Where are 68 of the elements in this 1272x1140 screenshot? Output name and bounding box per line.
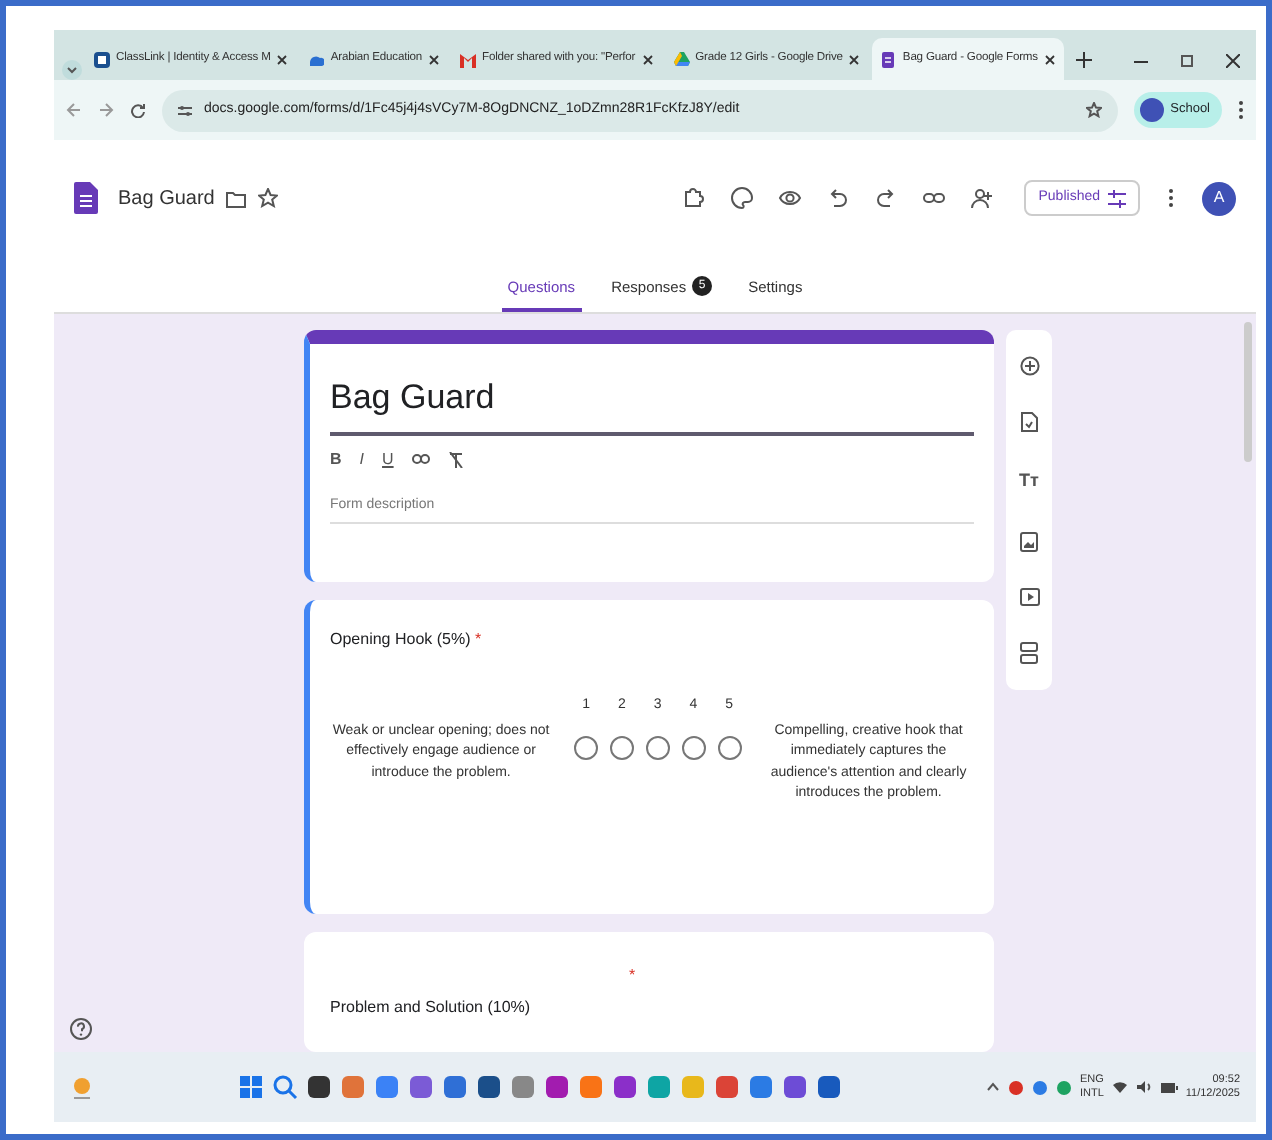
form-title[interactable]: Bag Guard (330, 372, 974, 435)
new-tab-icon[interactable] (1075, 52, 1092, 68)
close-icon[interactable] (1226, 54, 1240, 68)
restore-icon[interactable] (1180, 54, 1194, 68)
required-mark: * (626, 964, 638, 988)
section-icon[interactable] (1020, 641, 1038, 664)
image-icon[interactable] (1020, 531, 1038, 552)
cloud-icon (308, 51, 325, 67)
eye-icon[interactable] (778, 186, 803, 210)
close-icon[interactable] (641, 53, 654, 65)
triangle-icon (673, 51, 690, 67)
back-icon[interactable] (66, 102, 82, 118)
app-icon[interactable] (781, 1074, 808, 1100)
puzzle-icon[interactable] (682, 186, 707, 210)
app-icon[interactable] (475, 1074, 502, 1100)
radio-button[interactable] (717, 736, 742, 761)
add-circle-icon[interactable] (1019, 356, 1039, 377)
palette-icon[interactable] (730, 186, 755, 210)
close-icon[interactable] (276, 53, 289, 65)
avatar[interactable]: A (1202, 181, 1236, 215)
redo-icon[interactable] (874, 186, 899, 210)
avatar-icon (1140, 98, 1165, 122)
undo-icon[interactable] (826, 186, 851, 210)
star-icon[interactable] (258, 188, 279, 208)
wifi-icon[interactable] (1111, 1080, 1128, 1094)
add-person-icon[interactable] (970, 186, 995, 210)
close-icon[interactable] (428, 53, 441, 65)
forward-icon[interactable] (98, 102, 114, 118)
square-icon (94, 51, 110, 67)
link-icon[interactable] (411, 452, 430, 466)
italic-button[interactable]: I (359, 447, 365, 471)
radio-button[interactable] (609, 736, 634, 761)
close-icon[interactable] (1043, 53, 1056, 65)
more-icon[interactable] (1168, 188, 1174, 208)
more-icon[interactable] (1238, 100, 1244, 120)
search-icon[interactable] (271, 1074, 298, 1100)
battery-icon[interactable] (1159, 1081, 1178, 1093)
close-icon[interactable] (848, 53, 861, 65)
app-icon[interactable] (543, 1074, 570, 1100)
site-settings-icon[interactable] (178, 103, 192, 117)
question-title: Opening Hook (5%) * (330, 627, 484, 652)
radio-button[interactable] (681, 736, 706, 761)
app-icon[interactable] (611, 1074, 638, 1100)
bold-button[interactable]: B (330, 447, 342, 471)
speaker-icon[interactable] (1135, 1080, 1152, 1094)
sliders-icon (1108, 189, 1126, 207)
video-icon[interactable] (1019, 587, 1039, 606)
radio-button[interactable] (645, 736, 670, 761)
chevron-up-icon[interactable] (985, 1082, 1000, 1092)
tab-list-icon[interactable] (62, 60, 82, 80)
app-icon[interactable] (305, 1074, 332, 1100)
clear-format-icon[interactable] (447, 451, 464, 467)
reload-icon[interactable] (130, 102, 146, 118)
form-name[interactable]: Bag Guard (118, 183, 215, 213)
folder-icon[interactable] (226, 189, 247, 207)
forms-logo-icon[interactable] (74, 182, 98, 214)
star-icon[interactable] (1086, 102, 1103, 118)
radio-button[interactable] (574, 736, 599, 761)
underline-button[interactable]: U (382, 447, 394, 471)
mail-icon (460, 51, 477, 67)
app-icon[interactable] (815, 1074, 842, 1100)
add-title-button[interactable]: Tт (1019, 468, 1039, 496)
help-icon[interactable] (70, 1018, 92, 1040)
question-title: Problem and Solution (10%) (330, 996, 533, 1020)
start-icon[interactable] (237, 1074, 264, 1100)
import-icon[interactable] (1020, 412, 1038, 433)
form-icon (880, 51, 897, 67)
scrollbar[interactable] (1244, 322, 1252, 462)
